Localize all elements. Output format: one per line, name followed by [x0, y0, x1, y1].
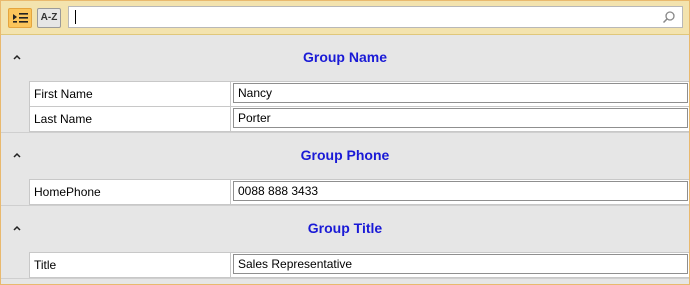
property-label: Title [34, 258, 57, 272]
group-phone: Group Phone HomePhone 0088 888 3433 [1, 133, 689, 206]
column-divider[interactable] [230, 107, 231, 131]
column-divider[interactable] [230, 180, 231, 204]
group-header[interactable]: Group Name [1, 35, 689, 81]
group-name: Group Name First Name Nancy Last Name Po… [1, 35, 689, 133]
title-field[interactable]: Sales Representative [233, 254, 688, 274]
alphabetical-sort-button[interactable]: A-Z [37, 8, 61, 28]
column-divider[interactable] [230, 82, 231, 106]
column-divider[interactable] [230, 253, 231, 277]
group-title: Group Name [302, 49, 387, 65]
home-phone-field[interactable]: 0088 888 3433 [233, 181, 688, 201]
group-title: Group Phone [300, 147, 390, 163]
group-title-section: Group Title Title Sales Representative [1, 206, 689, 279]
group-header[interactable]: Group Phone [1, 133, 689, 179]
group-title: Group Title [307, 220, 383, 236]
property-row: HomePhone 0088 888 3433 [29, 179, 689, 205]
categorized-view-button[interactable] [8, 8, 32, 28]
group-header[interactable]: Group Title [1, 206, 689, 252]
toolbar: A-Z [1, 1, 689, 35]
categorized-list-icon [13, 13, 28, 23]
property-row: Title Sales Representative [29, 252, 689, 278]
text-cursor [75, 10, 76, 24]
property-grid: A-Z Group Name First Name Nancy Last Nam… [0, 0, 690, 285]
property-list: Group Name First Name Nancy Last Name Po… [1, 35, 689, 284]
magnifier-icon[interactable] [662, 10, 676, 24]
property-row: First Name Nancy [29, 81, 689, 106]
property-row: Last Name Porter [29, 106, 689, 132]
property-label: HomePhone [34, 185, 101, 199]
last-name-field[interactable]: Porter [233, 108, 688, 128]
property-label: First Name [34, 87, 93, 101]
first-name-field[interactable]: Nancy [233, 83, 688, 103]
property-label: Last Name [34, 112, 93, 126]
search-input[interactable] [68, 6, 683, 28]
